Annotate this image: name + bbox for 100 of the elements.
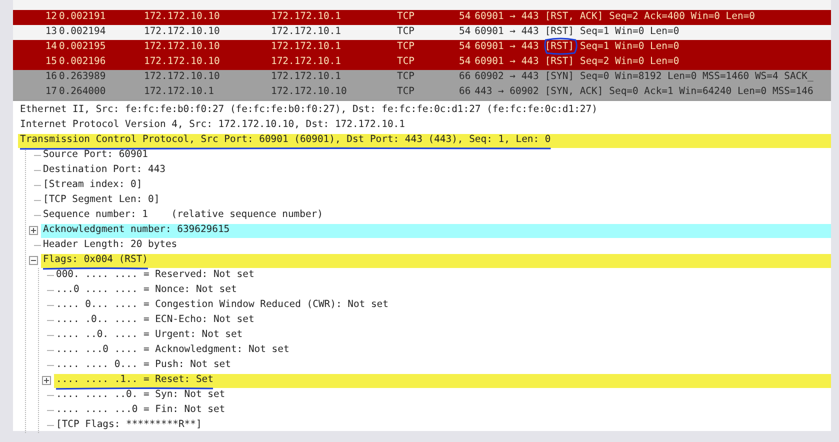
tree-item-label: [TCP Flags: *********R**] <box>56 418 202 432</box>
tree-item-label: Header Length: 20 bytes <box>43 238 178 252</box>
tree-item-label: Sequence number: 1 (relative sequence number) <box>43 208 323 222</box>
packet-ports: 443 → 60902 <box>474 85 539 100</box>
packet-flags: [RST] <box>544 40 574 55</box>
tree-row[interactable]: .... .... 0... = Push: Not set <box>54 358 831 372</box>
packet-flags: [RST] <box>544 25 574 40</box>
tree-item-label: Acknowledgment number: 639629615 <box>43 223 230 238</box>
tree-row[interactable]: Flags: 0x004 (RST) <box>41 254 831 268</box>
tree-row[interactable]: Internet Protocol Version 4, Src: 172.172.10.10, Dst: 172.172.10.1 <box>18 118 831 132</box>
tree-item-label: [TCP Segment Len: 0] <box>43 193 160 208</box>
packet-row[interactable]: 16 0.263989 172.172.10.10 172.172.10.1 TCP 66 60902 → 443 [SYN] Seq=0 Win=8192 Len=0 MSS=1460 WS=4 SACK_ <box>13 70 831 85</box>
packet-number: 14 <box>44 40 57 54</box>
packet-length: 54 <box>459 40 471 54</box>
tree-item-label: Source Port: 60901 <box>43 148 148 162</box>
packet-row[interactable]: 15 0.002196 172.172.10.10 172.172.10.1 TCP 54 60901 → 443 [RST] Seq=2 Win=0 Len=0 <box>13 55 831 70</box>
packet-details: Seq=2 Ack=400 Win=0 Len=0 <box>609 10 755 24</box>
packet-protocol: TCP <box>397 85 416 100</box>
tree-item-label: Ethernet II, Src: fe:fc:fe:b0:f0:27 (fe:fc:fe:b0:f0:27), Dst: fe:fc:fe:0c:d1:27 (fe:fc:fe:0c:d1:27) <box>20 103 598 118</box>
tree-row[interactable]: .... .... ..0. = Syn: Not set <box>54 388 831 402</box>
tree-row[interactable]: Destination Port: 443 <box>41 164 831 178</box>
packet-details: Seq=1 Win=0 Len=0 <box>580 40 680 54</box>
packet-source: 172.172.10.10 <box>144 70 221 84</box>
tree-row[interactable]: Ethernet II, Src: fe:fc:fe:b0:f0:27 (fe:fc:fe:b0:f0:27), Dst: fe:fc:fe:0c:d1:27 (fe:fc:fe:0c:d1:27) <box>18 104 831 118</box>
tree-row[interactable]: Acknowledgment number: 639629615 <box>41 224 831 238</box>
packet-length: 66 <box>459 70 471 84</box>
packet-length: 54 <box>459 10 471 24</box>
packet-ports: 60902 → 443 <box>474 70 539 84</box>
packet-destination: 172.172.10.1 <box>271 10 342 24</box>
tree-item-label: .... 0... .... = Congestion Window Reduced (CWR): Not set <box>56 298 388 312</box>
packet-destination: 172.172.10.1 <box>271 70 342 84</box>
packet-number: 15 <box>44 55 57 70</box>
packet-source: 172.172.10.1 <box>144 85 215 100</box>
packet-source: 172.172.10.10 <box>144 40 221 54</box>
tree-item-label: .... .... .1.. = Reset: Set <box>56 373 214 388</box>
packet-row[interactable]: 17 0.264000 172.172.10.1 172.172.10.10 TCP 66 443 → 60902 [SYN, ACK] Seq=0 Ack=1 Win=64240 Len=0 MSS=146 <box>13 85 831 100</box>
tree-row[interactable]: ...0 .... .... = Nonce: Not set <box>54 284 831 298</box>
packet-time: 0.002195 <box>59 40 107 54</box>
packet-destination: 172.172.10.1 <box>271 25 342 40</box>
packet-flags: [SYN, ACK] <box>544 85 604 100</box>
tree-item-label: .... ...0 .... = Acknowledgment: Not set <box>56 343 290 358</box>
packet-time: 0.263989 <box>59 70 107 84</box>
tree-row[interactable]: .... ..0. .... = Urgent: Not set <box>54 328 831 342</box>
collapse-icon[interactable] <box>29 256 38 265</box>
packet-protocol: TCP <box>397 40 416 54</box>
packet-number: 17 <box>44 85 57 100</box>
tree-row[interactable]: [TCP Flags: *********R**] <box>54 418 831 432</box>
packet-details: Seq=2 Win=0 Len=0 <box>580 55 680 70</box>
packet-time: 0.002191 <box>59 10 107 24</box>
tree-item-label: [Stream index: 0] <box>43 178 142 192</box>
packet-ports: 60901 → 443 <box>474 10 539 24</box>
tree-item-label: .... .0.. .... = ECN-Echo: Not set <box>56 313 254 328</box>
tree-row[interactable]: .... ...0 .... = Acknowledgment: Not set <box>54 344 831 358</box>
packet-source: 172.172.10.10 <box>144 10 221 24</box>
packet-time: 0.002196 <box>59 55 107 70</box>
packet-destination: 172.172.10.1 <box>271 55 342 70</box>
packet-flags: [SYN] <box>544 70 574 84</box>
packet-row[interactable]: 14 0.002195 172.172.10.10 172.172.10.1 TCP 54 60901 → 443 [RST] Seq=1 Win=0 Len=0 <box>13 40 831 55</box>
packet-protocol: TCP <box>397 10 416 24</box>
packet-flags: [RST] <box>544 55 574 70</box>
tree-row[interactable]: 000. .... .... = Reserved: Not set <box>54 268 831 282</box>
tree-item-label: Flags: 0x004 (RST) <box>43 253 148 268</box>
tree-row[interactable]: .... .... ...0 = Fin: Not set <box>54 404 831 418</box>
packet-number: 12 <box>44 10 57 24</box>
tree-row[interactable]: Header Length: 20 bytes <box>41 238 831 252</box>
packet-length: 54 <box>459 55 471 70</box>
tree-row[interactable]: Sequence number: 1 (relative sequence number) <box>41 208 831 222</box>
packet-ports: 60901 → 443 <box>474 25 539 40</box>
packet-ports: 60901 → 443 <box>474 55 539 70</box>
expand-icon[interactable] <box>29 226 38 235</box>
tree-row[interactable]: [Stream index: 0] <box>41 178 831 192</box>
tree-row[interactable]: Source Port: 60901 <box>41 148 831 162</box>
tree-row[interactable]: [TCP Segment Len: 0] <box>41 194 831 208</box>
tree-item-label: Destination Port: 443 <box>43 163 166 178</box>
packet-details: Seq=0 Ack=1 Win=64240 Len=0 MSS=146 <box>609 85 814 100</box>
tree-item-label: 000. .... .... = Reserved: Not set <box>56 268 254 282</box>
tree-item-label: Transmission Control Protocol, Src Port: 60901 (60901), Dst Port: 443 (443), Seq: 1, Len: 0 <box>20 133 551 148</box>
tree-row[interactable]: Transmission Control Protocol, Src Port: 60901 (60901), Dst Port: 443 (443), Seq: 1, Len: 0 <box>18 134 831 148</box>
tree-row[interactable]: .... .... .1.. = Reset: Set <box>54 374 831 388</box>
packet-source: 172.172.10.10 <box>144 25 221 40</box>
packet-number: 13 <box>44 25 57 40</box>
packet-details: Seq=1 Win=0 Len=0 <box>580 25 680 40</box>
packet-protocol: TCP <box>397 70 416 84</box>
packet-number: 16 <box>44 70 57 84</box>
tree-item-label: .... .... ...0 = Fin: Not set <box>56 403 226 418</box>
tree-item-label: .... .... 0... = Push: Not set <box>56 358 231 372</box>
tree-row[interactable]: .... .0.. .... = ECN-Echo: Not set <box>54 314 831 328</box>
tree-row[interactable]: .... 0... .... = Congestion Window Reduced (CWR): Not set <box>54 298 831 312</box>
expand-icon[interactable] <box>42 376 51 385</box>
packet-destination: 172.172.10.1 <box>271 40 342 54</box>
packet-row[interactable]: 12 0.002191 172.172.10.10 172.172.10.1 TCP 54 60901 → 443 [RST, ACK] Seq=2 Ack=400 Win=0 Len=0 <box>13 10 831 25</box>
packet-length: 66 <box>459 85 471 100</box>
tree-item-label: .... ..0. .... = Urgent: Not set <box>56 328 243 342</box>
packet-details: Seq=0 Win=8192 Len=0 MSS=1460 WS=4 SACK_ <box>580 70 814 84</box>
packet-destination: 172.172.10.10 <box>271 85 348 100</box>
packet-time: 0.002194 <box>59 25 107 40</box>
packet-length: 54 <box>459 25 471 40</box>
tree-item-label: .... .... ..0. = Syn: Not set <box>56 388 226 402</box>
tree-item-label: Internet Protocol Version 4, Src: 172.172.10.10, Dst: 172.172.10.1 <box>20 118 405 132</box>
packet-time: 0.264000 <box>59 85 107 100</box>
